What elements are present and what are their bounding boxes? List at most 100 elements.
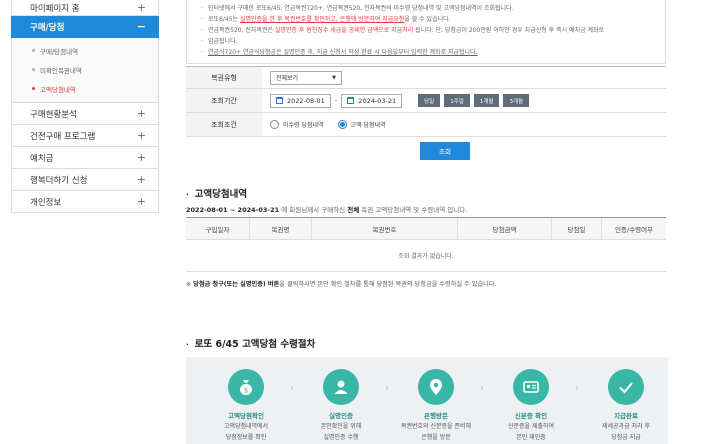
radio-checked-icon [337, 120, 347, 129]
notice-line-cont: 입금됩니다. [201, 36, 651, 47]
person-icon [323, 369, 359, 405]
condition-label: 조회조건 [186, 113, 262, 136]
period-today-button[interactable]: 당일 [418, 94, 441, 107]
sidebar-item-label: 행복더하기 신청 [30, 175, 88, 186]
step-desc: 신분증을 제출하여 [507, 423, 555, 430]
sidebar-item-healthy-program[interactable]: 건전구매 프로그램 + [11, 125, 159, 147]
period-label: 조회기간 [186, 89, 262, 112]
svg-text:$: $ [244, 387, 248, 395]
step-verify: 실명인증 본인확인을 위해 실명인증 수행 [301, 357, 381, 442]
column-header: 구입일자 [186, 218, 250, 239]
radio-circle-icon [270, 120, 279, 129]
date-from-input[interactable]: 2022-08-01 [270, 93, 331, 108]
period-1week-button[interactable]: 1주일 [444, 94, 470, 107]
plus-icon: + [136, 107, 146, 120]
sidebar-item-label: 마이페이지 홈 [30, 3, 80, 14]
notice-line: 연금식720+ 연금식당첨금은 실명인증 후, 지급 신청서 작성 완료 시 다… [201, 47, 651, 58]
procedure-steps: $ 고액당첨확인 고액당첨내역에서 당첨정보를 확인 › 실명인증 본인확인을 … [186, 357, 668, 444]
notice-line: 인터넷에서 구매한 로또6/45, 연금복권720+, 연금복권520, 전자복… [201, 3, 651, 14]
radio-high-prize[interactable]: 고액 당첨내역 [337, 120, 386, 129]
sidebar-subitem-unchecked[interactable]: 미확인복권내역 [12, 60, 158, 79]
step-id-check: 신분증 확인 신분증을 제출하여 본인 재인증 [491, 357, 571, 442]
date-to-input[interactable]: 2024-03-21 [341, 93, 403, 108]
calendar-icon [276, 97, 283, 104]
date-from-value: 2022-08-01 [287, 96, 325, 105]
step-title: 실명인증 [329, 412, 353, 420]
step-title: 고액당첨확인 [228, 412, 264, 420]
bullet-icon [32, 87, 35, 90]
location-pin-icon [418, 369, 454, 405]
period-3month-button[interactable]: 3개월 [503, 94, 530, 107]
minus-icon: − [136, 20, 146, 33]
chevron-right-icon: › [385, 383, 389, 394]
sidebar-item-mypage-home[interactable]: 마이페이지 홈 + [11, 0, 159, 16]
column-header: 복권번호 [312, 218, 458, 239]
radio-unclaimed[interactable]: 미수령 당첨내역 [270, 120, 324, 129]
sidebar-item-deposit[interactable]: 예치금 + [11, 147, 159, 169]
chevron-right-icon: › [575, 383, 579, 394]
step-desc: 본인확인을 위해 [320, 423, 362, 430]
step-desc: 은행을 방문 [421, 434, 451, 441]
search-submit-button[interactable]: 조회 [420, 142, 470, 160]
step-desc: 제세공과금 처리 후 [602, 423, 650, 430]
radio-high-prize-label: 고액 당첨내역 [350, 122, 386, 129]
column-header: 인증/수령여부 [614, 225, 654, 234]
step-desc: 복권번호와 신분증을 준비해 [400, 423, 472, 430]
sidebar-nav: 마이페이지 홈 + 구매/당첨 − 구매/당첨내역 미확인복권내역 고액당첨내역… [11, 0, 159, 213]
checkmark-icon [608, 369, 644, 405]
step-confirm: $ 고액당첨확인 고액당첨내역에서 당첨정보를 확인 [206, 357, 286, 442]
calendar-icon [347, 97, 355, 104]
column-header: 복권명 [250, 218, 312, 239]
step-complete: 지급완료 제세공과금 처리 후 당첨금 지급 [586, 357, 666, 442]
step-desc: 실명인증 수행 [323, 434, 359, 441]
sidebar-item-personal-info[interactable]: 개인정보 + [11, 191, 159, 213]
date-to-value: 2024-03-21 [358, 96, 397, 105]
result-section-title: · 고액당첨내역 [186, 189, 248, 200]
sidebar-subitem-purchase-history[interactable]: 구매/당첨내역 [12, 41, 158, 60]
lottery-type-select[interactable]: 전체보기 ▼ [270, 70, 342, 85]
radio-unclaimed-label: 미수령 당첨내역 [283, 122, 324, 129]
plus-icon: + [136, 195, 146, 208]
result-period-text: 2022-08-01 ~ 2024-03-21 에 회원님께서 구매하신 전체 … [186, 206, 468, 214]
sidebar-submenu: 구매/당첨내역 미확인복권내역 고액당첨내역 [11, 38, 159, 103]
column-header: 당첨일 [552, 218, 602, 239]
form-row-type: 복권유형 전체보기 ▼ [186, 67, 666, 89]
sidebar-item-label: 건전구매 프로그램 [30, 131, 96, 142]
procedure-section-title: · 로또 6/45 고액당첨 수령절차 [186, 339, 316, 350]
sidebar-subitem-high-prize[interactable]: 고액당첨내역 [12, 79, 158, 98]
search-form: 복권유형 전체보기 ▼ 조회기간 2022-08-01 - 2024-03-21… [186, 66, 666, 137]
sidebar-item-label: 구매/당첨 [30, 22, 65, 33]
step-desc: 당첨금 지급 [611, 434, 641, 441]
lottery-type-value: 전체보기 [276, 75, 299, 82]
id-card-icon [513, 369, 549, 405]
bullet-icon [32, 68, 35, 71]
step-bank: 은행방문 복권번호와 신분증을 준비해 은행을 방문 [396, 357, 476, 442]
sidebar-item-label: 구매현황분석 [30, 109, 77, 120]
table-header: 구입일자 복권명 복권번호 당첨금액 당첨일 인증/수령여부 [186, 218, 666, 240]
sidebar-item-label: 예치금 [30, 153, 54, 164]
sidebar-item-purchase-win[interactable]: 구매/당첨 − [11, 16, 159, 38]
notice-line: 로또6/45는 실명인증을 한 후 복권번호를 확인하고, 은행에 방문하여 지… [201, 14, 651, 25]
bullet-icon [32, 49, 35, 52]
sidebar-item-label: 개인정보 [30, 197, 62, 208]
sidebar-item-analysis[interactable]: 구매현황분석 + [11, 103, 159, 125]
chevron-right-icon: › [480, 383, 484, 394]
chevron-right-icon: › [290, 383, 294, 394]
notice-box: 인터넷에서 구매한 로또6/45, 연금복권720+, 연금복권520, 전자복… [186, 0, 666, 64]
sidebar-item-happiness[interactable]: 행복더하기 신청 + [11, 169, 159, 191]
result-table: 구입일자 복권명 복권번호 당첨금액 당첨일 인증/수령여부 조회 결과가 없습… [186, 217, 666, 272]
form-row-period: 조회기간 2022-08-01 - 2024-03-21 당일 1주일 1개월 … [186, 89, 666, 113]
step-desc: 고액당첨내역에서 [223, 423, 269, 430]
step-title: 은행방문 [424, 412, 448, 420]
period-1month-button[interactable]: 1개월 [473, 94, 500, 107]
lottery-type-label: 복권유형 [186, 67, 262, 88]
step-desc: 당첨정보를 확인 [225, 434, 267, 441]
sidebar-subitem-label: 고액당첨내역 [40, 85, 76, 94]
step-desc: 본인 재인증 [516, 434, 546, 441]
form-row-condition: 조회조건 미수령 당첨내역 고액 당첨내역 [186, 113, 666, 137]
plus-icon: + [136, 173, 146, 186]
sidebar-subitem-label: 미확인복권내역 [40, 66, 82, 75]
column-header: 당첨금액 [458, 218, 552, 239]
sidebar-subitem-label: 구매/당첨내역 [40, 47, 79, 56]
money-bag-icon: $ [228, 369, 264, 405]
